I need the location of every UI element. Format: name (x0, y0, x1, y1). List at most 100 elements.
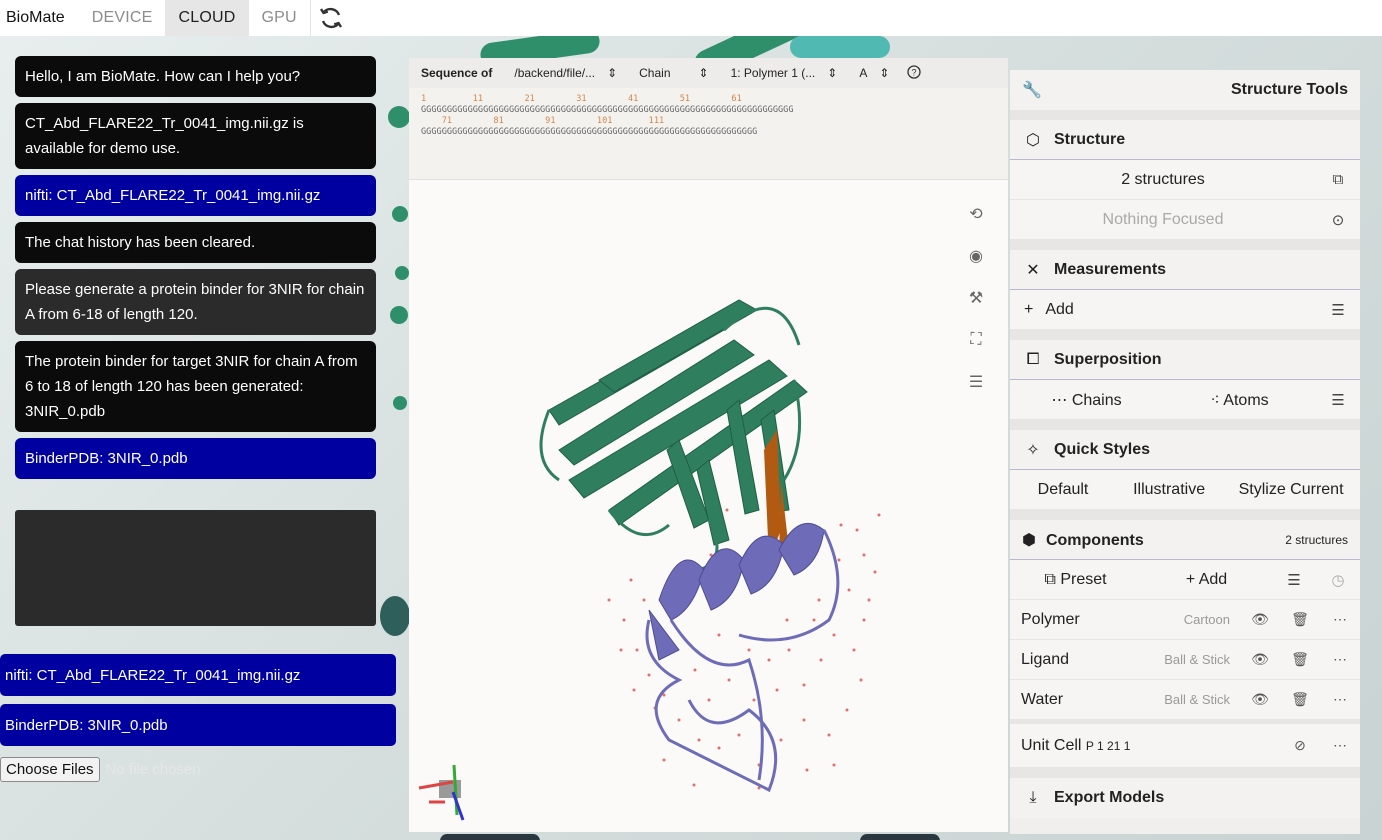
file-upload: Choose Files No file chosen (0, 754, 201, 784)
section-title: Structure (1054, 130, 1126, 148)
copy-icon[interactable]: ⧉ (1316, 171, 1360, 188)
options-sliders-icon[interactable]: ☰ (1316, 391, 1360, 409)
focus-target-icon[interactable]: ⊙ (1316, 211, 1360, 229)
components-section-header[interactable]: ⬢ Components 2 structures (1010, 520, 1360, 560)
style-illustrative-button[interactable]: Illustrative (1116, 481, 1222, 499)
chat-history: Hello, I am BioMate. How can I help you?… (15, 56, 376, 485)
chains-button[interactable]: ⋯ Chains (1010, 390, 1163, 410)
chain-purple-helix (648, 522, 825, 661)
measurements-add-row[interactable]: + Add ☰ (1010, 290, 1360, 330)
stylize-current-button[interactable]: Stylize Current (1222, 481, 1360, 499)
trash-icon[interactable]: 🗑 (1280, 691, 1320, 708)
eye-icon[interactable]: 👁 (1240, 691, 1280, 708)
sequence-numbers: 1 11 21 31 41 51 61 (421, 94, 742, 104)
component-row[interactable]: Ligand Ball & Stick 👁 🗑 ⋯ (1010, 640, 1360, 680)
structure-tools-panel: 🔧 Structure Tools ⬡ Structure 2 structur… (1010, 70, 1360, 834)
axes-gizmo (418, 764, 465, 821)
history-icon[interactable]: ◷ (1316, 571, 1360, 589)
atoms-button[interactable]: ⁖ Atoms (1163, 390, 1316, 410)
export-models-section-header[interactable]: ⤓ Export Models (1010, 778, 1360, 818)
sequence-numbers: 71 81 91 101 111 (421, 116, 665, 126)
structure-count-row[interactable]: 2 structures ⧉ (1010, 160, 1360, 200)
options-sliders-icon[interactable]: ☰ (1316, 301, 1360, 319)
magic-wand-icon: ✧ (1026, 441, 1040, 459)
measure-icon: ✕ (1026, 261, 1040, 279)
file-chip-nifti[interactable]: nifti: CT_Abd_FLARE22_Tr_0041_img.nii.gz (0, 654, 396, 696)
viewer-toolbar: ⟲ ◉ ⚒ ⛶ ☰ (958, 193, 994, 403)
cube-icon: ⬢ (1022, 531, 1036, 549)
screenshot-icon[interactable]: ◉ (958, 235, 994, 277)
component-row[interactable]: Polymer Cartoon 👁 🗑 ⋯ (1010, 600, 1360, 640)
file-select[interactable]: /backend/file/... ⇕ (514, 66, 617, 80)
fullscreen-icon[interactable]: ⛶ (958, 319, 994, 361)
section-title: Export Models (1054, 789, 1165, 806)
unit-cell-label: Unit Cell P 1 21 1 (1021, 736, 1131, 754)
superposition-icon: ⧠ (1026, 350, 1040, 368)
panel-title: Structure Tools (1230, 81, 1348, 98)
wrench-icon: 🔧 (1022, 82, 1042, 99)
chat-message[interactable]: nifti: CT_Abd_FLARE22_Tr_0041_img.nii.gz (15, 175, 376, 216)
components-actions-row: ⧉ Preset + Add ☰ ◷ (1010, 560, 1360, 600)
more-icon[interactable]: ⋯ (1320, 651, 1360, 668)
molecule-viewer[interactable]: Sequence of /backend/file/... ⇕ Chain ⇕ 1:… (409, 58, 1008, 832)
plus-icon: + (1024, 300, 1034, 318)
chat-message[interactable]: BinderPDB: 3NIR_0.pdb (15, 438, 376, 479)
superposition-row: ⋯ Chains ⁖ Atoms ☰ (1010, 380, 1360, 420)
quick-styles-section-header[interactable]: ✧ Quick Styles (1010, 430, 1360, 470)
settings-sliders-icon[interactable]: ☰ (958, 361, 994, 403)
section-title: Components (1045, 531, 1144, 549)
preset-button[interactable]: ⧉ Preset (1010, 571, 1141, 589)
top-bar: BioMate DEVICE CLOUD GPU (0, 0, 1382, 36)
measurements-section-header[interactable]: ✕ Measurements (1010, 250, 1360, 290)
polymer-select[interactable]: 1: Polymer 1 (... ⇕ (731, 66, 838, 80)
components-count: 2 structures (1285, 532, 1348, 547)
chat-message: The chat history has been cleared. (15, 222, 376, 263)
protein-structure-canvas[interactable] (409, 180, 1008, 832)
chat-message: CT_Abd_FLARE22_Tr_0041_img.nii.gz is ava… (15, 103, 376, 169)
section-title: Superposition (1054, 350, 1162, 368)
focus-row[interactable]: Nothing Focused ⊙ (1010, 200, 1360, 240)
chat-input[interactable] (15, 510, 376, 626)
no-file-label: No file chosen (105, 760, 201, 778)
chat-message: The protein binder for target 3NIR for c… (15, 341, 376, 432)
options-sliders-icon[interactable]: ☰ (1272, 571, 1316, 589)
component-row[interactable]: Water Ball & Stick 👁 🗑 ⋯ (1010, 680, 1360, 720)
style-default-button[interactable]: Default (1010, 481, 1116, 499)
tab-device[interactable]: DEVICE (79, 0, 166, 36)
trash-icon[interactable]: 🗑 (1280, 611, 1320, 628)
eye-hidden-icon[interactable]: ⊘ (1280, 737, 1320, 754)
chain-id-select[interactable]: A ⇕ (859, 66, 889, 80)
more-icon[interactable]: ⋯ (1320, 691, 1360, 708)
help-icon[interactable]: ? (907, 64, 922, 82)
sequence-panel[interactable]: 1 11 21 31 41 51 61 GGGGGGGGGGGGGGGGGGGG… (409, 88, 1008, 180)
unit-cell-row[interactable]: Unit Cell P 1 21 1 ⊘ ⋯ (1010, 724, 1360, 768)
sequence-label: Sequence of (421, 66, 493, 80)
add-component-button[interactable]: + Add (1141, 571, 1272, 589)
chain-mode-select[interactable]: Chain ⇕ (639, 66, 708, 80)
more-icon[interactable]: ⋯ (1320, 611, 1360, 628)
refresh-icon[interactable] (309, 0, 352, 36)
chat-message: Hello, I am BioMate. How can I help you? (15, 56, 376, 97)
tab-cloud[interactable]: CLOUD (165, 0, 249, 36)
add-measurement-button[interactable]: Add (1045, 301, 1316, 319)
file-chip-binder[interactable]: BinderPDB: 3NIR_0.pdb (0, 704, 396, 746)
sequence-residues[interactable]: GGGGGGGGGGGGGGGGGGGGGGGGGGGGGGGGGGGGGGGG… (421, 105, 996, 116)
eye-icon[interactable]: 👁 (1240, 611, 1280, 628)
svg-text:?: ? (912, 67, 917, 77)
trash-icon[interactable]: 🗑 (1280, 651, 1320, 668)
section-title: Quick Styles (1054, 440, 1151, 458)
tab-gpu[interactable]: GPU (249, 0, 310, 36)
wrench-icon[interactable]: ⚒ (958, 277, 994, 319)
structure-section-header[interactable]: ⬡ Structure (1010, 120, 1360, 160)
focus-status: Nothing Focused (1102, 210, 1224, 228)
panel-header: 🔧 Structure Tools (1010, 70, 1360, 110)
eye-icon[interactable]: 👁 (1240, 651, 1280, 668)
superposition-section-header[interactable]: ⧠ Superposition (1010, 340, 1360, 380)
more-icon[interactable]: ⋯ (1320, 737, 1360, 754)
section-title: Measurements (1054, 260, 1167, 278)
structure-icon: ⬡ (1026, 131, 1040, 149)
reset-camera-icon[interactable]: ⟲ (958, 193, 994, 235)
choose-files-button[interactable]: Choose Files (0, 756, 100, 782)
sequence-residues[interactable]: GGGGGGGGGGGGGGGGGGGGGGGGGGGGGGGGGGGGGGGG… (421, 127, 996, 138)
chat-message: Please generate a protein binder for 3NI… (15, 269, 376, 335)
